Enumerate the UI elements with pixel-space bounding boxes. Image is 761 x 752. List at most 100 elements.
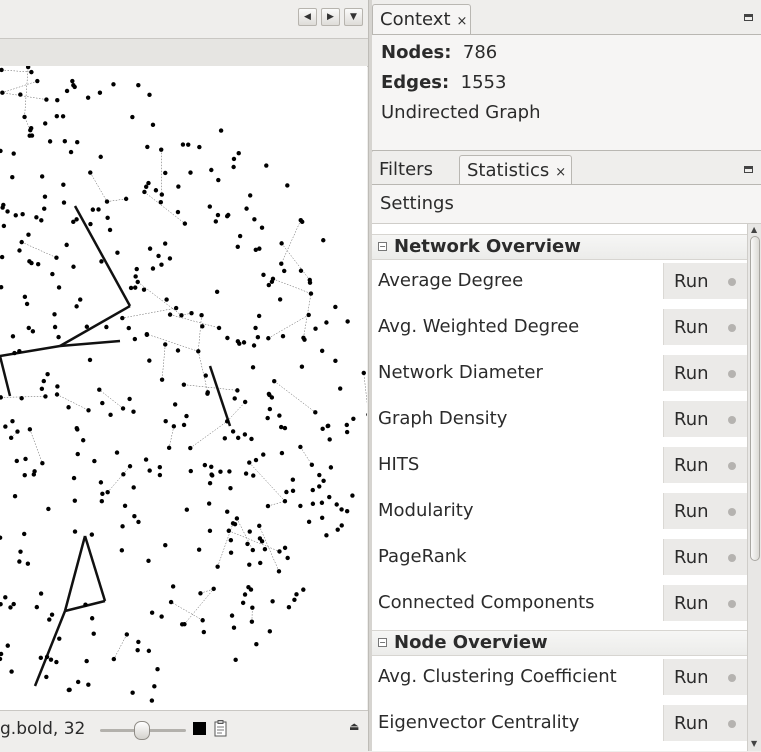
graph-node[interactable]: [189, 469, 193, 473]
graph-node[interactable]: [128, 464, 132, 468]
graph-node[interactable]: [71, 220, 75, 224]
graph-node[interactable]: [263, 547, 267, 551]
graph-node[interactable]: [250, 619, 254, 623]
graph-node[interactable]: [23, 295, 27, 299]
graph-node[interactable]: [135, 267, 139, 271]
graph-node[interactable]: [366, 412, 367, 416]
graph-node[interactable]: [320, 516, 324, 520]
graph-node[interactable]: [248, 193, 252, 197]
graph-node[interactable]: [146, 559, 150, 563]
graph-node[interactable]: [200, 618, 204, 622]
graph-node[interactable]: [54, 660, 58, 664]
graph-node[interactable]: [152, 684, 156, 688]
graph-node[interactable]: [285, 556, 289, 560]
graph-node[interactable]: [340, 523, 344, 527]
graph-node[interactable]: [3, 424, 7, 428]
graph-node[interactable]: [10, 175, 14, 179]
graph-node[interactable]: [169, 600, 173, 604]
graph-node[interactable]: [245, 542, 249, 546]
graph-node[interactable]: [159, 147, 163, 151]
graph-node[interactable]: [0, 657, 2, 661]
network-graph-visualization[interactable]: [0, 66, 367, 710]
graph-node[interactable]: [267, 283, 271, 287]
graph-node[interactable]: [98, 91, 102, 95]
graph-node[interactable]: [335, 502, 339, 506]
graph-node[interactable]: [129, 286, 133, 290]
graph-node[interactable]: [9, 436, 13, 440]
graph-node[interactable]: [136, 520, 140, 524]
graph-node[interactable]: [112, 657, 116, 661]
graph-node[interactable]: [155, 667, 159, 671]
graph-node[interactable]: [164, 297, 168, 301]
graph-node[interactable]: [260, 226, 264, 230]
graph-node[interactable]: [277, 413, 281, 417]
graph-node[interactable]: [270, 395, 274, 399]
graph-node[interactable]: [339, 507, 343, 511]
graph-node[interactable]: [104, 325, 108, 329]
graph-node[interactable]: [345, 319, 349, 323]
graph-node[interactable]: [55, 114, 59, 118]
graph-node[interactable]: [208, 481, 212, 485]
graph-node[interactable]: [171, 584, 175, 588]
graph-node[interactable]: [291, 489, 295, 493]
graph-node[interactable]: [99, 155, 103, 159]
graph-node[interactable]: [100, 492, 104, 496]
graph-node[interactable]: [146, 181, 150, 185]
dropdown-arrow-icon[interactable]: ▼: [344, 8, 363, 26]
graph-node[interactable]: [86, 95, 90, 99]
graph-node[interactable]: [321, 479, 325, 483]
graph-node[interactable]: [160, 192, 164, 196]
run-button[interactable]: Run: [663, 539, 747, 575]
scroll-up-icon[interactable]: ▲: [751, 225, 757, 234]
graph-node[interactable]: [72, 476, 76, 480]
graph-node[interactable]: [50, 272, 54, 276]
graph-node[interactable]: [115, 450, 119, 454]
graph-node[interactable]: [188, 446, 192, 450]
graph-node[interactable]: [209, 465, 213, 469]
graph-node[interactable]: [71, 265, 75, 269]
graph-node[interactable]: [45, 372, 49, 376]
graph-node[interactable]: [215, 290, 219, 294]
graph-node[interactable]: [251, 365, 255, 369]
graph-node[interactable]: [163, 342, 167, 346]
graph-node[interactable]: [362, 371, 366, 375]
font-label[interactable]: g.bold, 32: [0, 719, 85, 739]
graph-node[interactable]: [30, 133, 34, 137]
graph-node[interactable]: [42, 207, 46, 211]
graph-node[interactable]: [6, 643, 10, 647]
graph-node[interactable]: [253, 326, 257, 330]
graph-node[interactable]: [39, 218, 43, 222]
graph-node[interactable]: [306, 313, 310, 317]
graph-node[interactable]: [135, 648, 139, 652]
graph-node[interactable]: [185, 508, 189, 512]
graph-node[interactable]: [22, 532, 26, 536]
graph-node[interactable]: [5, 209, 9, 213]
graph-node[interactable]: [63, 139, 67, 143]
graph-node[interactable]: [76, 680, 80, 684]
graph-node[interactable]: [55, 384, 59, 388]
graph-node[interactable]: [236, 245, 240, 249]
run-button[interactable]: Run: [663, 493, 747, 529]
graph-node[interactable]: [236, 436, 240, 440]
graph-node[interactable]: [277, 549, 281, 553]
graph-node[interactable]: [163, 171, 167, 175]
graph-node[interactable]: [266, 336, 270, 340]
graph-node[interactable]: [159, 262, 163, 266]
graph-node[interactable]: [211, 587, 215, 591]
graph-node[interactable]: [55, 98, 59, 102]
graph-node[interactable]: [345, 509, 349, 513]
tab-filters[interactable]: Filters: [372, 155, 456, 185]
graph-node[interactable]: [308, 280, 312, 284]
graph-node[interactable]: [42, 379, 46, 383]
graph-node[interactable]: [246, 585, 250, 589]
graph-node[interactable]: [281, 334, 285, 338]
collapse-icon[interactable]: −: [378, 242, 387, 251]
graph-canvas[interactable]: [0, 66, 367, 710]
graph-node[interactable]: [121, 472, 125, 476]
tab-context[interactable]: Context×: [372, 4, 471, 34]
graph-node[interactable]: [35, 605, 39, 609]
graph-node[interactable]: [147, 93, 151, 97]
graph-node[interactable]: [168, 312, 172, 316]
graph-node[interactable]: [232, 625, 236, 629]
graph-node[interactable]: [158, 465, 162, 469]
